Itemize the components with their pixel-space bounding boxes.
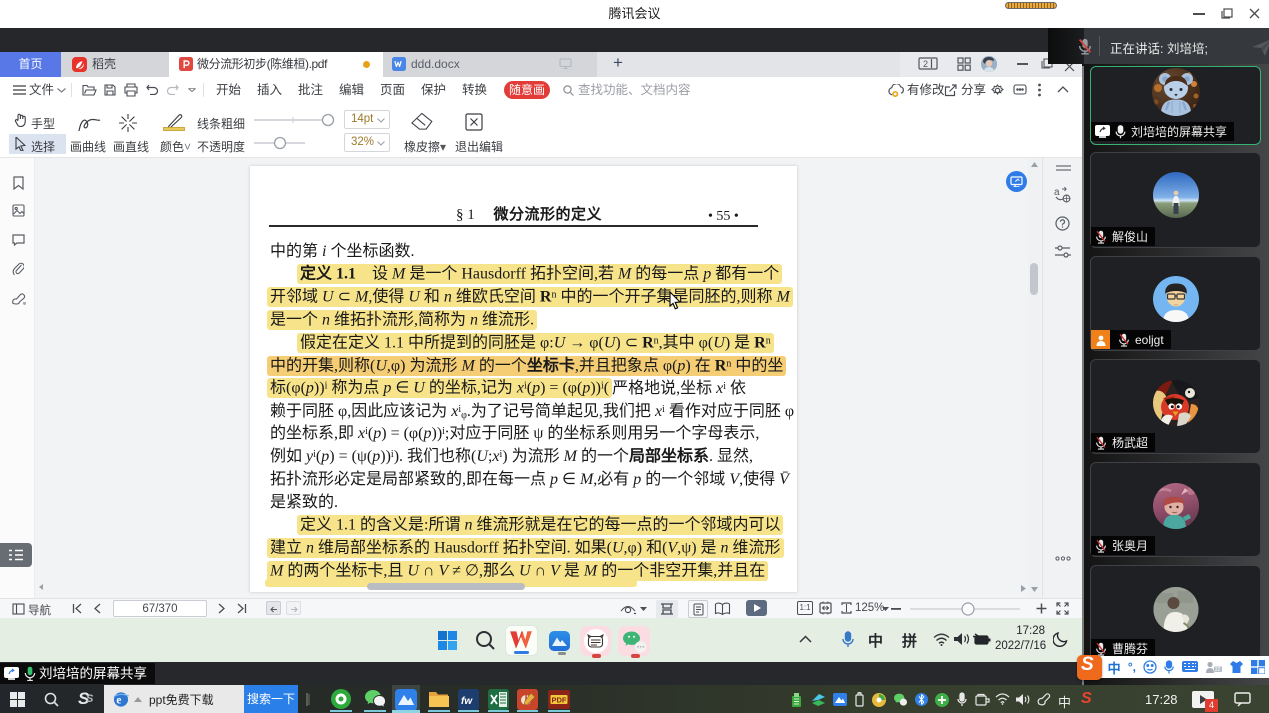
- svg-text:2: 2: [923, 59, 928, 69]
- svg-text:a: a: [1054, 187, 1060, 198]
- svg-text:fw: fw: [461, 696, 473, 707]
- svg-text:e: e: [116, 694, 121, 706]
- svg-text:32: 32: [1215, 667, 1221, 673]
- svg-text:PDF: PDF: [552, 696, 567, 705]
